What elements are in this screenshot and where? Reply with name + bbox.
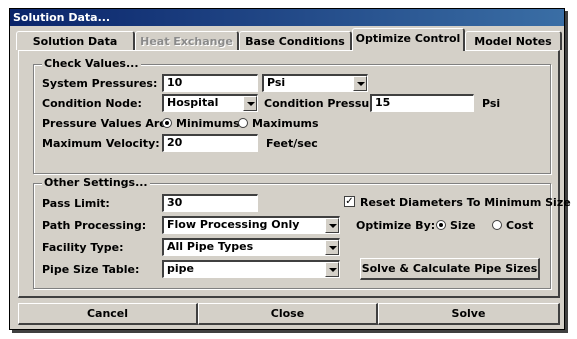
solve-button[interactable]: Solve bbox=[378, 303, 560, 325]
max-velocity-input[interactable]: 20 bbox=[162, 134, 258, 152]
tab-model-notes[interactable]: Model Notes bbox=[465, 31, 562, 50]
tab-base-conditions[interactable]: Base Conditions bbox=[239, 31, 352, 50]
condition-node-value: Hospital bbox=[167, 96, 219, 109]
maximums-radio[interactable] bbox=[238, 118, 248, 128]
system-pressures-unit-select[interactable]: Psi bbox=[262, 74, 368, 92]
chevron-down-icon[interactable] bbox=[353, 76, 367, 91]
window-title: Solution Data... bbox=[10, 9, 564, 26]
check-values-group: Check Values... System Pressures: 10 Psi… bbox=[33, 57, 551, 174]
pressure-values-label: Pressure Values Are: bbox=[42, 117, 172, 130]
condition-pressure-label: Condition Pressure: bbox=[264, 97, 387, 110]
tab-optimize-control[interactable]: Optimize Control bbox=[352, 28, 465, 51]
condition-node-select[interactable]: Hospital bbox=[162, 94, 258, 112]
solution-data-window: Solution Data... Solution Data Heat Exch… bbox=[9, 8, 571, 330]
minimums-radio[interactable] bbox=[162, 118, 172, 128]
pipe-size-table-value: pipe bbox=[167, 262, 194, 275]
other-settings-legend: Other Settings... bbox=[42, 176, 150, 189]
system-pressures-label: System Pressures: bbox=[42, 77, 158, 90]
facility-type-value: All Pipe Types bbox=[167, 240, 254, 253]
check-values-legend: Check Values... bbox=[42, 57, 141, 70]
reset-diameters-checkbox[interactable]: ✓ bbox=[344, 196, 355, 207]
path-processing-label: Path Processing: bbox=[42, 219, 147, 232]
chevron-down-icon[interactable] bbox=[243, 96, 257, 111]
pass-limit-input[interactable]: 30 bbox=[162, 194, 258, 212]
optimize-size-label: Size bbox=[450, 219, 476, 232]
tab-heat-exchange[interactable]: Heat Exchange bbox=[135, 31, 239, 50]
pipe-size-table-select[interactable]: pipe bbox=[162, 260, 340, 278]
chevron-down-icon[interactable] bbox=[325, 262, 339, 277]
optimize-cost-radio[interactable] bbox=[492, 220, 502, 230]
facility-type-label: Facility Type: bbox=[42, 241, 124, 254]
tab-solution-data[interactable]: Solution Data bbox=[16, 31, 135, 50]
chevron-down-icon[interactable] bbox=[325, 218, 339, 233]
pass-limit-label: Pass Limit: bbox=[42, 197, 110, 210]
maximums-label: Maximums bbox=[252, 117, 319, 130]
path-processing-value: Flow Processing Only bbox=[167, 218, 300, 231]
condition-node-label: Condition Node: bbox=[42, 97, 142, 110]
reset-diameters-label: Reset Diameters To Minimum Size bbox=[360, 196, 571, 209]
solve-calculate-button[interactable]: Solve & Calculate Pipe Sizes bbox=[360, 258, 540, 280]
optimize-by-label: Optimize By: bbox=[356, 219, 436, 232]
other-settings-group: Other Settings... Pass Limit: 30 ✓ Reset… bbox=[33, 176, 571, 289]
system-pressures-unit-value: Psi bbox=[267, 76, 286, 89]
minimums-label: Minimums bbox=[176, 117, 240, 130]
facility-type-select[interactable]: All Pipe Types bbox=[162, 238, 340, 256]
path-processing-select[interactable]: Flow Processing Only bbox=[162, 216, 340, 234]
cancel-button[interactable]: Cancel bbox=[18, 303, 198, 325]
system-pressures-input[interactable]: 10 bbox=[162, 74, 258, 92]
close-button[interactable]: Close bbox=[198, 303, 378, 325]
max-velocity-unit: Feet/sec bbox=[266, 137, 318, 150]
condition-pressure-unit: Psi bbox=[482, 97, 501, 110]
chevron-down-icon[interactable] bbox=[325, 240, 339, 255]
optimize-size-radio[interactable] bbox=[436, 220, 446, 230]
pipe-size-table-label: Pipe Size Table: bbox=[42, 263, 140, 276]
max-velocity-label: Maximum Velocity: bbox=[42, 137, 160, 150]
condition-pressure-input[interactable]: 15 bbox=[370, 94, 474, 112]
optimize-cost-label: Cost bbox=[506, 219, 534, 232]
optimize-control-panel: Check Values... System Pressures: 10 Psi… bbox=[18, 50, 571, 298]
